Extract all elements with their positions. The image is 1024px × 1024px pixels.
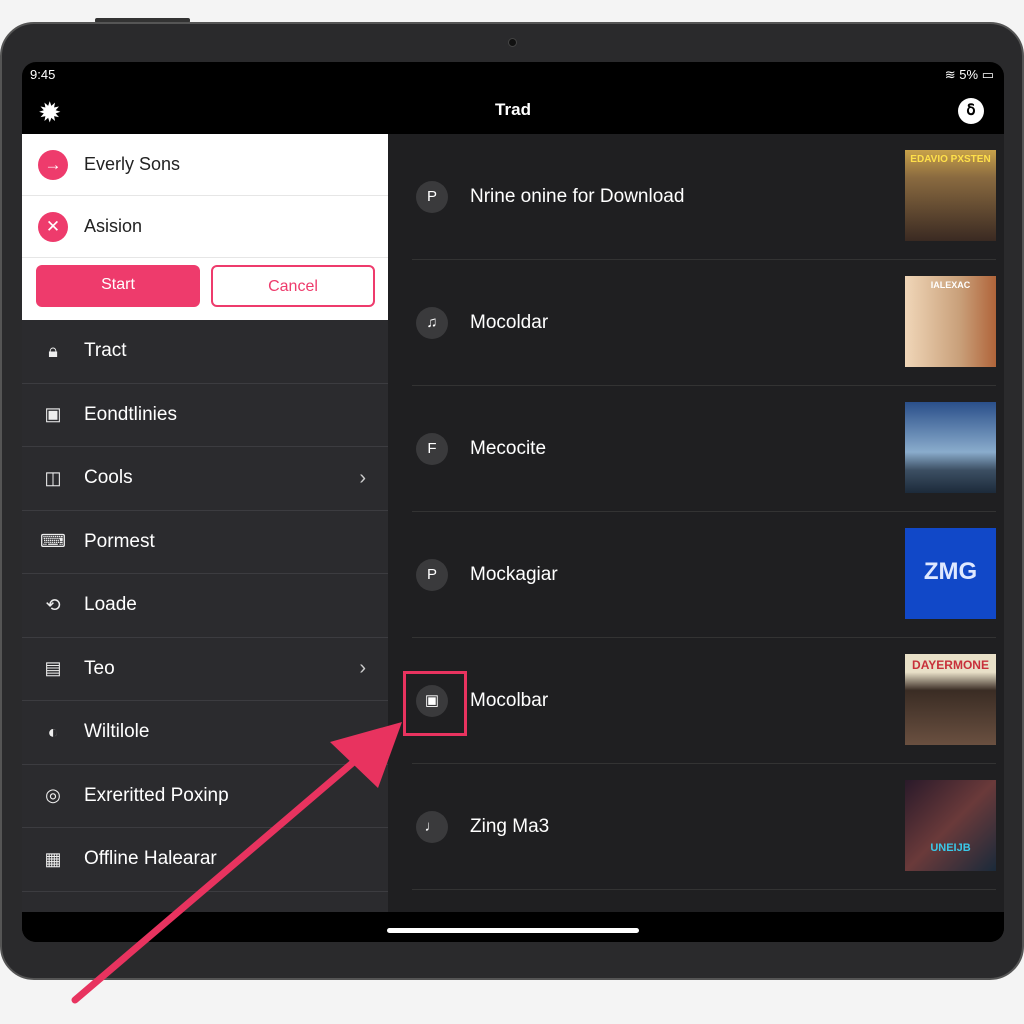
arrow-shaft (71, 744, 374, 1004)
annotation-arrow (71, 722, 402, 1004)
arrow-head (330, 722, 402, 788)
